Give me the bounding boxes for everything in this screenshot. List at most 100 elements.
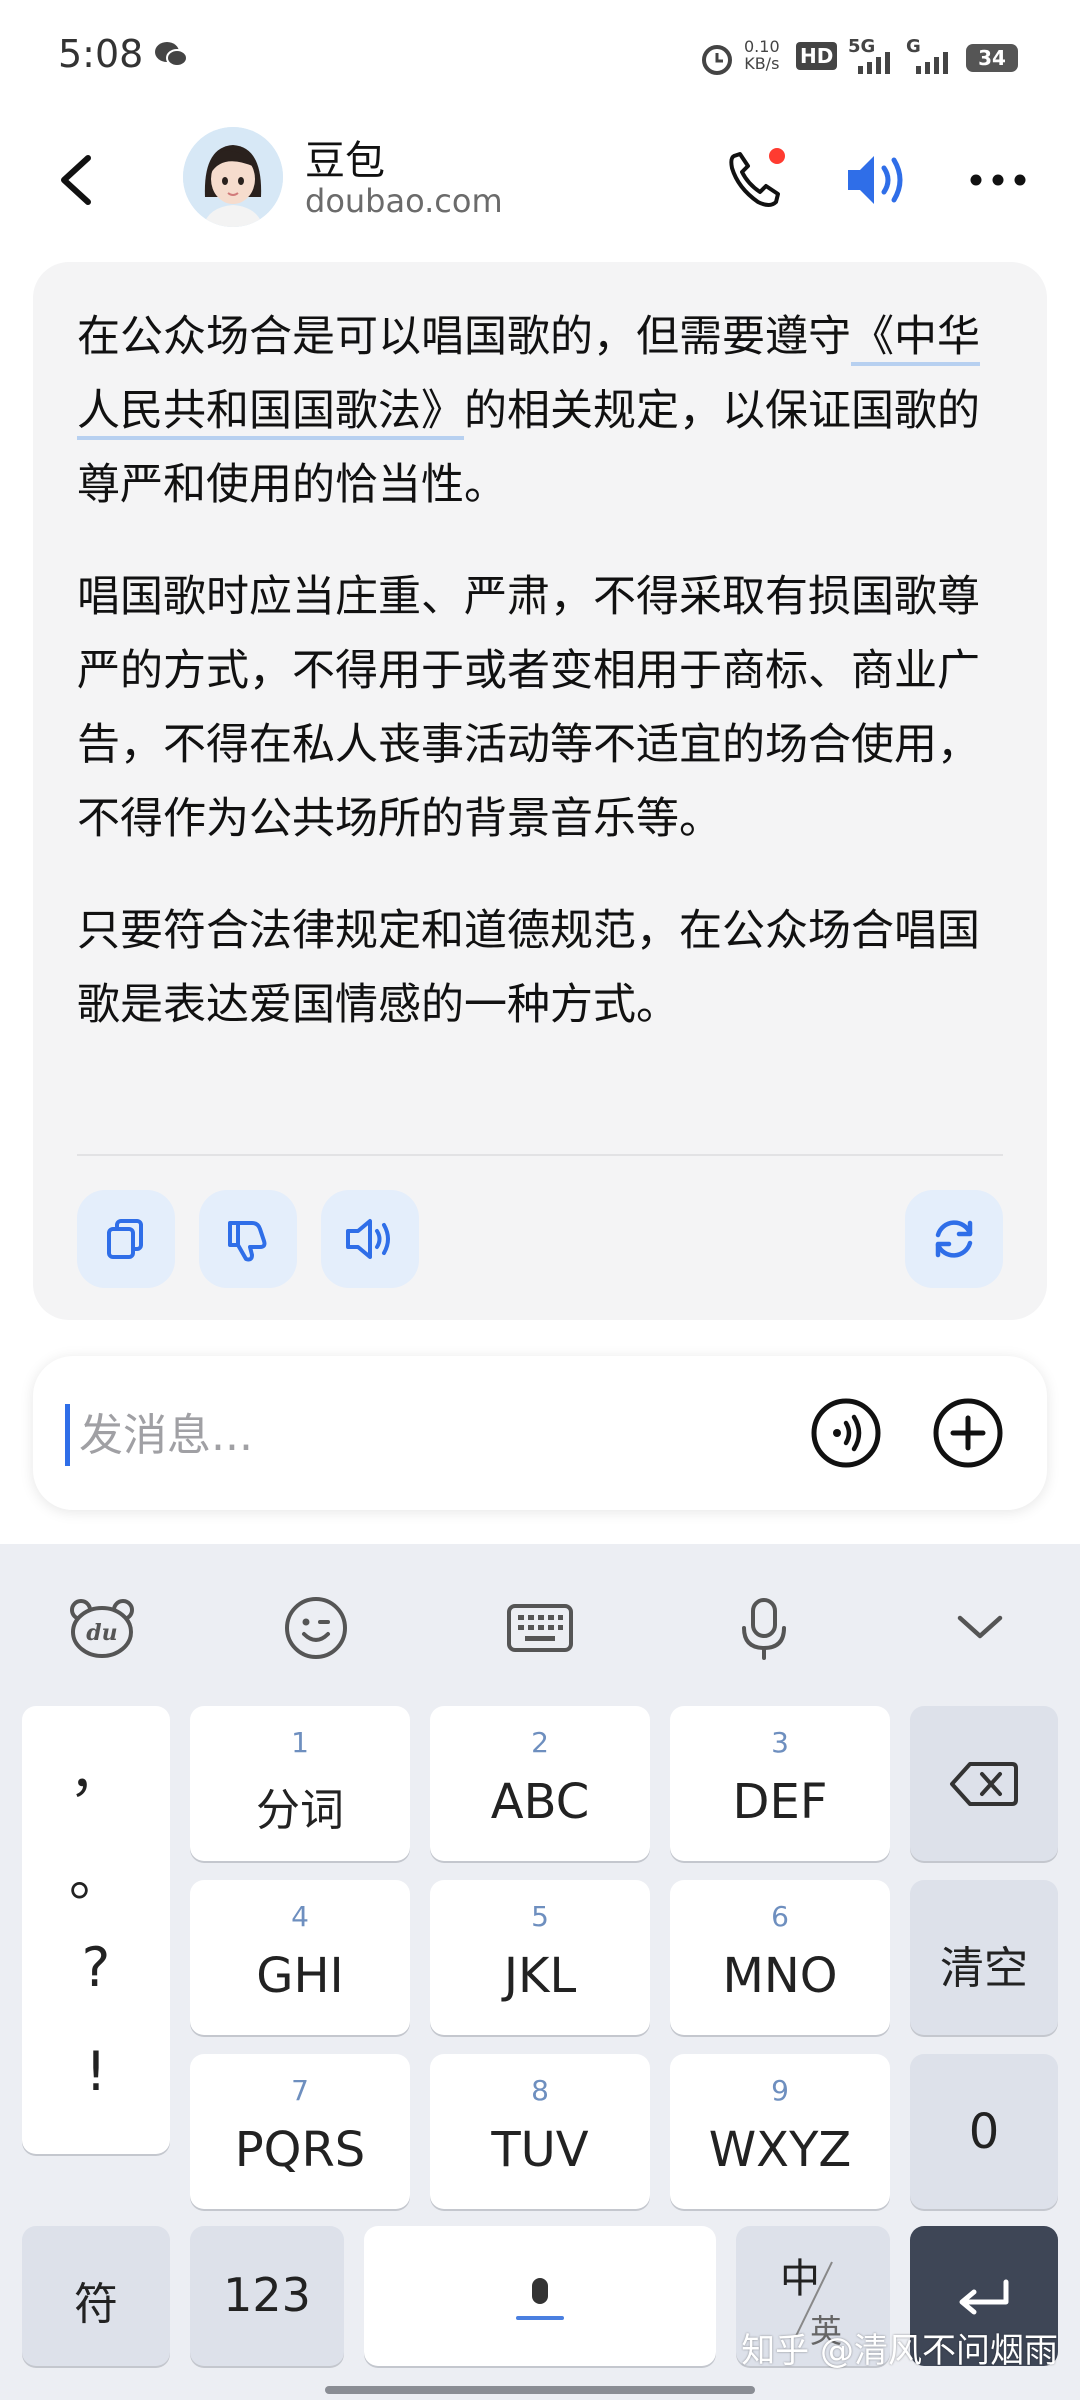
key-number: 2 [531, 1726, 549, 1759]
signal-bars-icon [914, 48, 954, 80]
mic-icon [742, 1598, 786, 1660]
key-number: 1 [291, 1726, 309, 1759]
punct-exclaim-key[interactable]: ! [22, 2040, 170, 2103]
plus-circle-icon [933, 1398, 1003, 1468]
alarm-icon [700, 42, 734, 80]
watermark: 知乎 @清风不问烟雨 [741, 2331, 1058, 2371]
hd-badge: HD [796, 42, 838, 70]
punct-comma-key[interactable]: ， [22, 1728, 170, 1807]
avatar[interactable] [183, 127, 283, 227]
key-label: GHI [256, 1948, 344, 2004]
keyboard-switch-button[interactable] [500, 1588, 580, 1668]
avatar-image [183, 127, 283, 227]
keyboard-logo-button[interactable]: du [62, 1588, 142, 1668]
battery-icon: 34 [966, 44, 1018, 72]
key-number: 5 [531, 1900, 549, 1933]
bot-domain: doubao.com [305, 182, 503, 220]
home-indicator[interactable] [325, 2386, 755, 2394]
bot-name: 豆包 [305, 138, 385, 184]
key-label: ABC [490, 1774, 590, 1830]
key-4-ghi[interactable]: 4 GHI [190, 1880, 410, 2035]
message-paragraph: 只要符合法律规定和道德规范，在公众场合唱国歌是表达爱国情感的一种方式。 [77, 906, 980, 1030]
key-number: 6 [771, 1900, 789, 1933]
voice-playback-button[interactable] [840, 144, 912, 216]
punct-question-key[interactable]: ? [22, 1936, 170, 1999]
key-8-tuv[interactable]: 8 TUV [430, 2054, 650, 2209]
key-number: 3 [771, 1726, 789, 1759]
phone-icon [729, 148, 785, 207]
key-label: PQRS [234, 2122, 366, 2178]
key-3-def[interactable]: 3 DEF [670, 1706, 890, 1861]
message-input-bar [33, 1356, 1047, 1510]
key-number: 7 [291, 2074, 309, 2107]
signal-bars-icon [856, 48, 896, 80]
key-label: 符 [74, 2279, 118, 2330]
key-label: 123 [223, 2268, 311, 2322]
voice-input-button[interactable] [809, 1396, 883, 1470]
du-bear-icon: du [70, 1599, 134, 1658]
key-label: MNO [722, 1948, 838, 2004]
network-speed: 0.10 KB/s [744, 37, 780, 73]
key-number: 4 [291, 1900, 309, 1933]
copy-icon [107, 1219, 143, 1259]
regenerate-button[interactable] [905, 1190, 1003, 1288]
enter-icon [959, 2279, 1009, 2315]
copy-button[interactable] [77, 1190, 175, 1288]
mic-icon [516, 2278, 564, 2320]
add-attachment-button[interactable] [931, 1396, 1005, 1470]
collapse-keyboard-button[interactable] [940, 1588, 1020, 1668]
message-paragraph: 唱国歌时应当庄重、严肃，不得采取有损国歌尊严的方式，不得用于或者变相用于商标、商… [77, 572, 980, 844]
wechat-icon [154, 40, 188, 74]
read-aloud-button[interactable] [321, 1190, 419, 1288]
voice-wave-icon [811, 1398, 881, 1468]
speaker-icon [346, 1219, 390, 1259]
dislike-button[interactable] [199, 1190, 297, 1288]
phone-call-button[interactable] [720, 144, 792, 216]
symbol-key[interactable]: 符 [22, 2226, 170, 2366]
emoji-icon [285, 1597, 347, 1659]
refresh-icon [935, 1220, 973, 1258]
more-dots-icon [970, 174, 1026, 186]
status-time: 5:08 [58, 32, 144, 76]
status-bar: 5:08 0.10 KB/s HD 5G G 34 [0, 0, 1080, 110]
key-label: 0 [968, 2104, 1000, 2160]
chevron-down-icon [957, 1615, 1003, 1639]
emoji-button[interactable] [276, 1588, 356, 1668]
thumbs-down-icon [228, 1221, 267, 1262]
key-label: 分词 [256, 1785, 344, 1836]
key-label: TUV [491, 2122, 589, 2178]
message-text: 在公众场合是可以唱国歌的，但需要遵守 [77, 312, 851, 362]
chevron-left-icon [61, 155, 91, 205]
punctuation-key-column: ， 。 ? ! [22, 1706, 170, 2154]
key-2-abc[interactable]: 2 ABC [430, 1706, 650, 1861]
key-label: JKL [503, 1948, 577, 2004]
voice-keyboard-button[interactable] [724, 1588, 804, 1668]
key-5-jkl[interactable]: 5 JKL [430, 1880, 650, 2035]
svg-text:du: du [86, 1620, 117, 1646]
key-7-pqrs[interactable]: 7 PQRS [190, 2054, 410, 2209]
zero-key[interactable]: 0 [910, 2054, 1058, 2209]
numbers-key[interactable]: 123 [190, 2226, 344, 2366]
key-label: DEF [732, 1774, 828, 1830]
back-button[interactable] [48, 140, 108, 220]
backspace-icon [950, 1762, 1018, 1806]
key-1-fenci[interactable]: 1 分词 [190, 1706, 410, 1861]
bot-message-bubble: 在公众场合是可以唱国歌的，但需要遵守《中华人民共和国国歌法》的相关规定，以保证国… [33, 262, 1047, 1320]
divider [77, 1154, 1003, 1156]
keyboard-icon [507, 1604, 573, 1652]
key-number: 9 [771, 2074, 789, 2107]
speaker-icon [848, 156, 903, 204]
key-number: 8 [531, 2074, 549, 2107]
clear-key[interactable]: 清空 [910, 1880, 1058, 2035]
more-menu-button[interactable] [966, 156, 1030, 204]
space-key[interactable] [364, 2226, 716, 2366]
message-input[interactable] [77, 1392, 781, 1478]
message-paragraph: 在公众场合是可以唱国歌的，但需要遵守《中华人民共和国国歌法》的相关规定，以保证国… [77, 300, 1007, 522]
backspace-key[interactable] [910, 1706, 1058, 1861]
key-9-wxyz[interactable]: 9 WXYZ [670, 2054, 890, 2209]
text-caret [65, 1404, 70, 1466]
key-label: WXYZ [708, 2122, 852, 2178]
ime-keyboard: du ， 。 ? ! 1 分词 2 ABC 3 DEF 4 GHI 5 JKL … [0, 1544, 1080, 2400]
key-6-mno[interactable]: 6 MNO [670, 1880, 890, 2035]
punct-period-key[interactable]: 。 [22, 1832, 170, 1911]
